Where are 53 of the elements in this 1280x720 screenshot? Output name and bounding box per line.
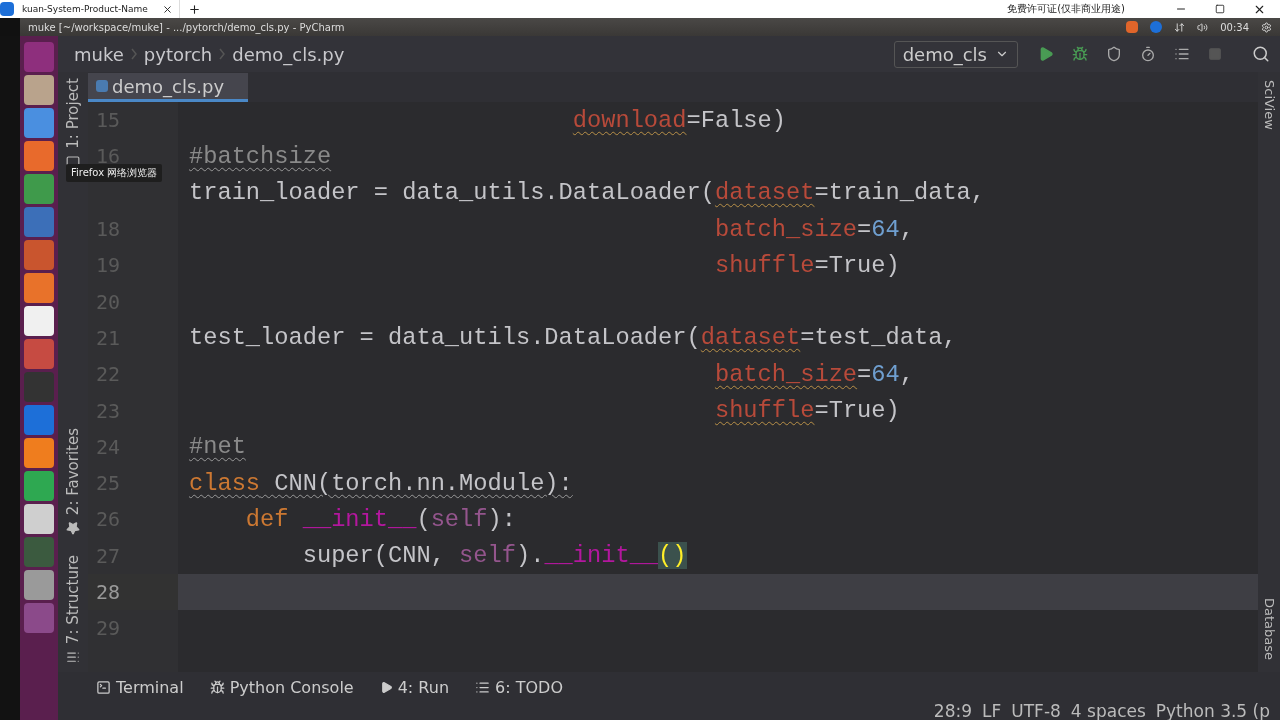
tool-window-button[interactable]: Terminal [96, 677, 184, 697]
new-tab-icon[interactable] [187, 2, 201, 16]
breadcrumb[interactable]: muke [74, 43, 124, 65]
code-line: batch_size=64, [713, 359, 915, 390]
code-line: download=False) [571, 105, 788, 136]
run-config-dropdown[interactable]: demo_cls [893, 40, 1018, 68]
code-line: #net [188, 432, 247, 463]
code-line: #batchsize [188, 141, 333, 172]
stop-icon[interactable] [1208, 47, 1222, 61]
code-line: def __init__(self): [244, 504, 517, 535]
code-line: class CNN(torch.nn.Module): [188, 468, 574, 499]
star-icon [66, 520, 80, 535]
tool-window-tab[interactable]: 7: Structure [64, 554, 82, 664]
list-icon [475, 679, 491, 695]
tool-window-button[interactable]: 6: TODO [475, 677, 563, 697]
clock[interactable]: 00:34 [1220, 21, 1249, 33]
debug-icon[interactable] [1072, 46, 1088, 62]
tooltip: Firefox 网络浏览器 [66, 164, 163, 182]
tool-window-button[interactable]: 4: Run [379, 677, 450, 697]
window-title: muke [~/workspace/muke] - .../pytorch/demo_cls.py - PyCharm [28, 21, 345, 33]
line-number: 28 [96, 580, 121, 604]
code-line: batch_size=64, [713, 214, 915, 245]
status-item[interactable]: LF [982, 701, 1002, 720]
breadcrumb[interactable]: pytorch [143, 43, 213, 65]
coverage-icon[interactable] [1106, 46, 1122, 62]
search-icon[interactable] [1252, 45, 1270, 63]
play-icon [379, 680, 393, 694]
breadcrumb[interactable]: demo_cls.py [232, 43, 345, 65]
code-line: train_loader = data_utils.DataLoader(dataset=train_data, [188, 178, 987, 209]
tool-window-button[interactable]: Python Console [209, 677, 354, 697]
run-icon[interactable] [1038, 46, 1054, 62]
structure-icon [66, 650, 80, 664]
chevron-icon [218, 46, 227, 62]
volume-icon[interactable] [1197, 21, 1209, 33]
tool-window-tab[interactable]: SciView [1261, 80, 1277, 130]
status-item[interactable]: 4 spaces [1070, 701, 1146, 720]
tool-window-tab[interactable]: 2: Favorites [64, 427, 82, 535]
status-item[interactable]: 28:9 [933, 701, 973, 720]
tool-window-tab[interactable]: Database [1261, 597, 1277, 660]
code-line: shuffle=True) [713, 396, 901, 426]
network-icon[interactable] [1174, 21, 1186, 33]
profile-icon[interactable] [1140, 46, 1156, 62]
code-line: test_loader = data_utils.DataLoader(dataset=test_data, [188, 323, 958, 354]
maximize-icon[interactable] [1215, 4, 1225, 14]
license-note: 免费许可证(仅非商业用途) [1007, 2, 1125, 16]
chevron-icon [129, 46, 138, 62]
code-line: shuffle=True) [713, 250, 901, 281]
editor-tab[interactable]: demo_cls.py [88, 73, 249, 102]
close-icon[interactable] [161, 3, 173, 15]
code-line: super(CNN, self).__init__() [301, 541, 688, 572]
status-item[interactable]: UTF-8 [1011, 701, 1061, 720]
concurrency-icon[interactable] [1174, 46, 1190, 62]
status-item[interactable]: Python 3.5 (p [1155, 701, 1270, 720]
